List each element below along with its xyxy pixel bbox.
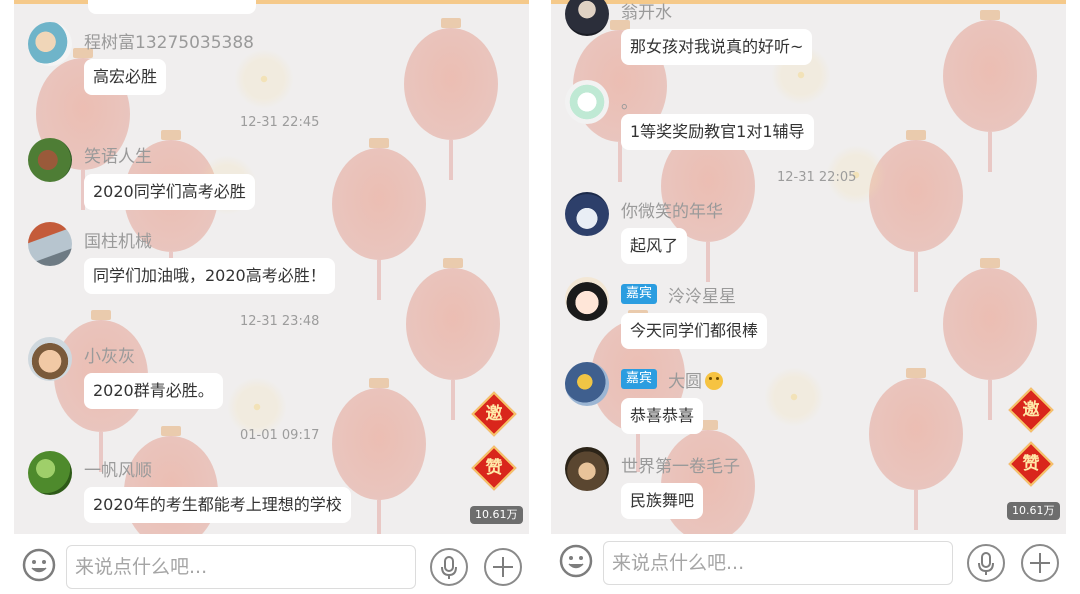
message-input-box[interactable] <box>66 545 416 589</box>
message-bubble: 高宏必胜 <box>84 59 167 95</box>
input-bar <box>14 534 529 594</box>
timestamp: 01-01 09:17 <box>240 428 320 443</box>
add-button[interactable] <box>1021 544 1059 582</box>
sender-name: 大圆 <box>668 367 723 392</box>
message-bubble: 1等奖奖励教官1对1辅导 <box>621 114 814 150</box>
lantern-decoration <box>332 378 426 534</box>
like-button[interactable]: 赞 <box>471 445 517 491</box>
message-bubble: 今天同学们都很棒 <box>621 313 768 349</box>
timestamp: 12-31 23:48 <box>240 314 320 329</box>
invite-button[interactable]: 邀 <box>1008 387 1054 433</box>
message-bubble: 那女孩对我说真的好听~ <box>621 29 813 65</box>
sender-name: 泠泠星星 <box>668 287 736 307</box>
sender-name: 世界第一卷毛子 <box>621 457 740 477</box>
chat-panel-right: 翁开水 那女孩对我说真的好听~ 。 1等奖奖励教官1对1辅导 12-31 22:… <box>551 0 1066 594</box>
avatar[interactable] <box>565 0 609 36</box>
chat-panel-left: 程树富13275035388 高宏必胜 12-31 22:45 笑语人生 202… <box>14 0 529 594</box>
timestamp: 12-31 22:05 <box>777 170 857 185</box>
message-bubble: 2020同学们高考必胜 <box>84 174 255 210</box>
sender-name: 笑语人生 <box>84 147 152 167</box>
avatar[interactable] <box>565 277 609 321</box>
invite-label: 邀 <box>485 404 503 424</box>
lantern-decoration <box>332 138 426 300</box>
sender-name: 翁开水 <box>621 3 672 23</box>
avatar[interactable] <box>28 337 72 381</box>
guest-badge: 嘉宾 <box>621 284 658 304</box>
like-label: 赞 <box>485 458 503 478</box>
sender-name: 小灰灰 <box>84 347 135 367</box>
voice-button[interactable] <box>967 544 1005 582</box>
avatar[interactable] <box>28 138 72 182</box>
like-label: 赞 <box>1022 454 1040 474</box>
sender-name: 你微笑的年华 <box>621 202 723 222</box>
lantern-decoration <box>404 18 498 180</box>
input-bar <box>551 534 1066 594</box>
chat-background: 翁开水 那女孩对我说真的好听~ 。 1等奖奖励教官1对1辅导 12-31 22:… <box>551 0 1066 534</box>
message-input[interactable] <box>67 546 415 588</box>
invite-button[interactable]: 邀 <box>471 391 517 437</box>
message-input-box[interactable] <box>603 541 953 585</box>
plus-icon <box>493 557 513 577</box>
avatar[interactable] <box>28 22 72 66</box>
sender-name: 。 <box>621 93 638 113</box>
message-bubble: 同学们加油哦，2020高考必胜！ <box>84 258 335 294</box>
invite-label: 邀 <box>1022 400 1040 420</box>
timestamp: 12-31 22:45 <box>240 115 320 130</box>
view-count-badge: 10.61万 <box>470 506 523 524</box>
lantern-decoration <box>943 10 1037 172</box>
guest-badge: 嘉宾 <box>621 369 658 389</box>
microphone-icon <box>978 552 994 575</box>
smiley-icon[interactable] <box>22 548 56 582</box>
avatar[interactable] <box>565 80 609 124</box>
microphone-icon <box>441 556 457 579</box>
lantern-decoration <box>869 368 963 530</box>
message-bubble: 起风了 <box>621 228 688 264</box>
firework-decoration <box>229 44 299 114</box>
message-bubble: 2020年的考生都能考上理想的学校 <box>84 487 351 523</box>
plus-icon <box>1030 553 1050 573</box>
sender-name: 一帆风顺 <box>84 461 152 481</box>
chat-background: 程树富13275035388 高宏必胜 12-31 22:45 笑语人生 202… <box>14 0 529 534</box>
sender-name: 程树富13275035388 <box>84 33 254 53</box>
avatar[interactable] <box>565 362 609 406</box>
message-bubble: 2020群青必胜。 <box>84 373 223 409</box>
message-bubble: 民族舞吧 <box>621 483 704 519</box>
sender-name-text: 大圆 <box>668 372 702 392</box>
avatar[interactable] <box>28 222 72 266</box>
message-bubble: 恭喜恭喜 <box>621 398 704 434</box>
voice-button[interactable] <box>430 548 468 586</box>
view-count-badge: 10.61万 <box>1007 502 1060 520</box>
message-bubble <box>88 0 256 14</box>
like-button[interactable]: 赞 <box>1008 441 1054 487</box>
message-input[interactable] <box>604 542 952 584</box>
smiley-icon[interactable] <box>559 544 593 578</box>
avatar[interactable] <box>28 451 72 495</box>
sender-name: 国柱机械 <box>84 232 152 252</box>
firework-decoration <box>759 362 829 432</box>
avatar[interactable] <box>565 192 609 236</box>
lantern-decoration <box>943 258 1037 420</box>
lantern-decoration <box>406 258 500 420</box>
avatar[interactable] <box>565 447 609 491</box>
add-button[interactable] <box>484 548 522 586</box>
thinking-face-emoji <box>705 372 723 390</box>
